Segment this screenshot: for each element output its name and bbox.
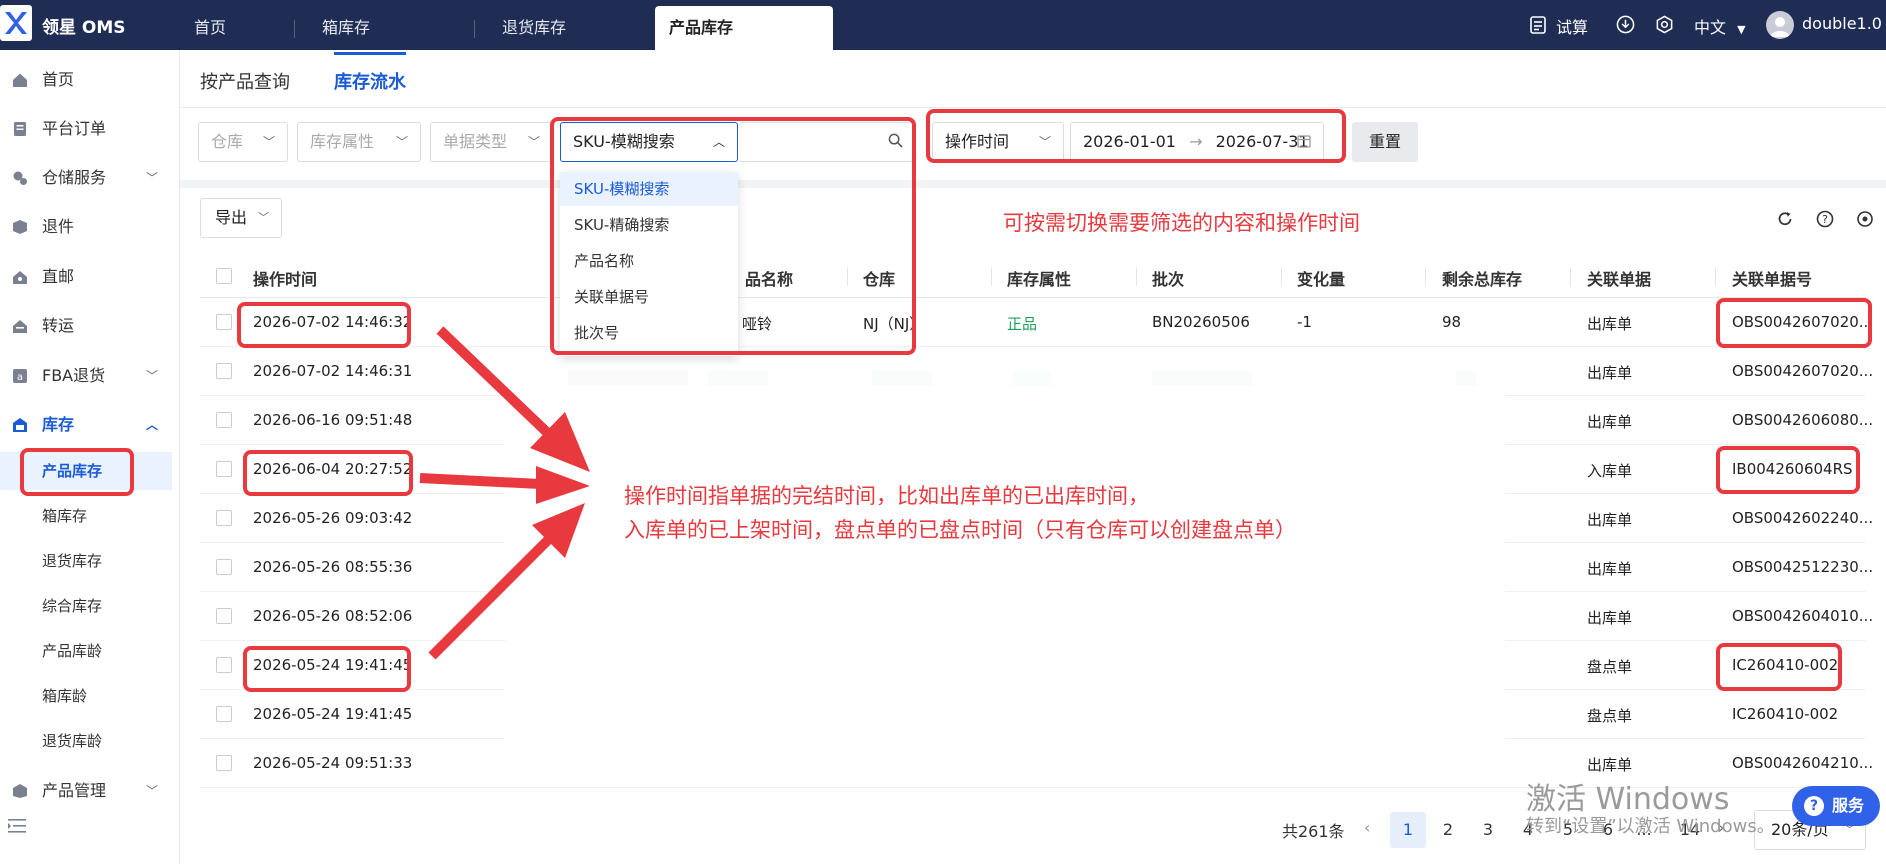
help-circle-icon: ? bbox=[1804, 796, 1824, 816]
annotation-time-note-1: 操作时间指单据的完结时间，比如出库单的已出库时间， bbox=[624, 484, 1149, 508]
windows-activation-hint: 转到“设置”以激活 Windows。 bbox=[1526, 816, 1775, 837]
service-button[interactable]: ? 服务 bbox=[1792, 786, 1880, 826]
annotation-arrows bbox=[419, 326, 590, 660]
annotation-filter-note: 可按需切换需要筛选的内容和操作时间 bbox=[1003, 211, 1360, 235]
page-1[interactable]: 1 bbox=[1390, 812, 1426, 848]
prev-page-icon[interactable]: ‹ bbox=[1364, 818, 1370, 837]
page-2[interactable]: 2 bbox=[1430, 812, 1466, 848]
page-3[interactable]: 3 bbox=[1470, 812, 1506, 848]
service-label: 服务 bbox=[1832, 796, 1865, 815]
total-count: 共261条 bbox=[1282, 822, 1345, 841]
annotation-time-note-2: 入库单的已上架时间，盘点单的已盘点时间（只有仓库可以创建盘点单） bbox=[624, 518, 1296, 542]
